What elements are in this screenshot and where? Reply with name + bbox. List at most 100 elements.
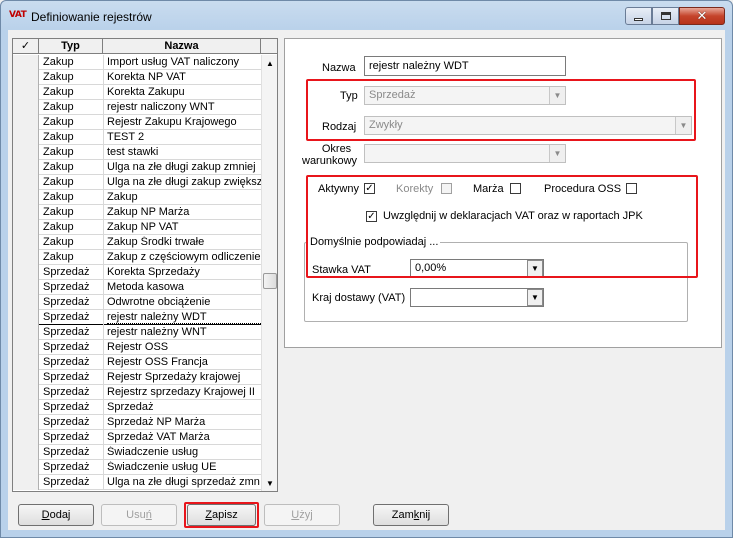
highlight-typ-rodzaj [306, 79, 696, 141]
row-check-cell[interactable] [13, 70, 39, 85]
table-row[interactable]: Zakup Rejestr Zakupu Krajowego [13, 115, 261, 130]
row-check-cell[interactable] [13, 445, 39, 460]
row-check-cell[interactable] [13, 280, 39, 295]
row-typ-cell: Sprzedaż [43, 386, 90, 398]
row-check-cell[interactable] [13, 85, 39, 100]
highlight-checkbox-options [306, 175, 698, 278]
scroll-down-arrow-icon[interactable]: ▼ [262, 475, 277, 491]
table-row[interactable]: Zakup rejestr naliczony WNT [13, 100, 261, 115]
row-check-cell[interactable] [13, 175, 39, 190]
column-separator [103, 295, 104, 310]
dodaj-button[interactable]: Dodaj [18, 504, 94, 526]
grid-header: ✓ Typ Nazwa [13, 39, 277, 54]
row-check-cell[interactable] [13, 430, 39, 445]
row-typ-cell: Zakup [43, 251, 74, 263]
table-row[interactable]: Zakup Zakup [13, 190, 261, 205]
row-typ-cell: Zakup [43, 236, 74, 248]
header-nazwa-column[interactable]: Nazwa [103, 39, 261, 54]
table-row[interactable]: Sprzedaż Sprzedaż [13, 400, 261, 415]
row-check-cell[interactable] [13, 115, 39, 130]
scroll-up-arrow-icon[interactable]: ▲ [262, 55, 277, 71]
table-row[interactable]: Zakup Ulga na złe długi zakup zwiększ [13, 175, 261, 190]
minimize-button[interactable] [625, 7, 652, 25]
zamknij-button[interactable]: Zamknij [373, 504, 449, 526]
row-check-cell[interactable] [13, 220, 39, 235]
table-row[interactable]: Sprzedaż Sprzedaż NP Marża [13, 415, 261, 430]
row-nazwa-cell: Odwrotne obciążenie [107, 296, 211, 308]
row-check-cell[interactable] [13, 475, 39, 490]
table-row[interactable]: Zakup Zakup NP Marża [13, 205, 261, 220]
column-separator [103, 205, 104, 220]
row-check-cell[interactable] [13, 130, 39, 145]
table-row[interactable]: Zakup Zakup Środki trwałe [13, 235, 261, 250]
row-check-cell[interactable] [13, 460, 39, 475]
vat-app-icon: VAT [9, 10, 27, 20]
row-check-cell[interactable] [13, 400, 39, 415]
grid-vertical-scrollbar[interactable]: ▲ ▼ [261, 55, 277, 491]
table-row[interactable]: Sprzedaż Rejestr OSS Francja [13, 355, 261, 370]
row-check-cell[interactable] [13, 385, 39, 400]
table-row[interactable]: Sprzedaż rejestr należny WNT [13, 325, 261, 340]
row-nazwa-cell: Import usług VAT naliczony [107, 56, 240, 68]
row-check-cell[interactable] [13, 190, 39, 205]
header-check-column[interactable]: ✓ [13, 39, 39, 54]
row-nazwa-cell: Korekta Sprzedaży [107, 266, 200, 278]
table-row[interactable]: Zakup Ulga na złe długi zakup zmniej [13, 160, 261, 175]
row-check-cell[interactable] [13, 100, 39, 115]
scroll-thumb[interactable] [263, 273, 277, 289]
table-row[interactable]: Sprzedaż Sprzedaż VAT Marża [13, 430, 261, 445]
table-row[interactable]: Zakup Korekta Zakupu [13, 85, 261, 100]
table-row[interactable]: Sprzedaż Korekta Sprzedaży [13, 265, 261, 280]
close-button[interactable]: ✕ [679, 7, 725, 25]
row-check-cell[interactable] [13, 340, 39, 355]
row-typ-cell: Sprzedaż [43, 281, 90, 293]
row-check-cell[interactable] [13, 55, 39, 70]
maximize-icon [660, 12, 671, 20]
zapisz-button[interactable]: Zapisz [187, 504, 256, 526]
row-nazwa-cell: rejestr naliczony WNT [107, 101, 215, 113]
okres-warunkowy-select[interactable]: ▼ [364, 144, 566, 163]
table-row[interactable]: Zakup Zakup NP VAT [13, 220, 261, 235]
row-check-cell[interactable] [13, 325, 39, 340]
title-bar[interactable]: VAT Definiowanie rejestrów ✕ [1, 1, 732, 31]
row-check-cell[interactable] [13, 205, 39, 220]
grid-rows: Zakup Import usług VAT naliczony Zakup Kore… [13, 55, 261, 490]
registers-grid[interactable]: ✓ Typ Nazwa Zakup Import usług VAT nalicz… [12, 38, 278, 492]
usun-button[interactable]: Usuń [101, 504, 177, 526]
table-row[interactable]: Sprzedaż Świadczenie usług UE [13, 460, 261, 475]
table-row[interactable]: Sprzedaż rejestr należny WDT [13, 310, 261, 325]
table-row[interactable]: Zakup test stawki [13, 145, 261, 160]
table-row[interactable]: Sprzedaż Rejestr Sprzedaży krajowej [13, 370, 261, 385]
row-check-cell[interactable] [13, 250, 39, 265]
table-row[interactable]: Zakup Import usług VAT naliczony [13, 55, 261, 70]
table-row[interactable]: Sprzedaż Rejestrz sprzedazy Krajowej II [13, 385, 261, 400]
column-separator [103, 355, 104, 370]
column-separator [103, 235, 104, 250]
row-check-cell[interactable] [13, 265, 39, 280]
table-row[interactable]: Zakup Korekta NP VAT [13, 70, 261, 85]
row-check-cell[interactable] [13, 160, 39, 175]
column-separator [103, 145, 104, 160]
table-row[interactable]: Sprzedaż Świadczenie usług [13, 445, 261, 460]
row-check-cell[interactable] [13, 370, 39, 385]
header-typ-column[interactable]: Typ [39, 39, 103, 54]
table-row[interactable]: Sprzedaż Odwrotne obciążenie [13, 295, 261, 310]
table-row[interactable]: Sprzedaż Rejestr OSS [13, 340, 261, 355]
row-nazwa-cell: rejestr należny WNT [107, 326, 207, 338]
row-check-cell[interactable] [13, 145, 39, 160]
table-row[interactable]: Zakup Zakup z częściowym odliczenie [13, 250, 261, 265]
column-separator [103, 370, 104, 385]
row-check-cell[interactable] [13, 415, 39, 430]
table-row[interactable]: Sprzedaż Ulga na złe długi sprzedaż zmn [13, 475, 261, 490]
kraj-dostawy-select[interactable]: ▼ [410, 288, 544, 307]
row-typ-cell: Sprzedaż [43, 266, 90, 278]
nazwa-input[interactable]: rejestr należny WDT [364, 56, 566, 76]
table-row[interactable]: Zakup TEST 2 [13, 130, 261, 145]
table-row[interactable]: Sprzedaż Metoda kasowa [13, 280, 261, 295]
row-check-cell[interactable] [13, 310, 39, 325]
maximize-button[interactable] [652, 7, 679, 25]
row-check-cell[interactable] [13, 355, 39, 370]
row-check-cell[interactable] [13, 235, 39, 250]
uzyj-button[interactable]: Użyj [264, 504, 340, 526]
row-check-cell[interactable] [13, 295, 39, 310]
